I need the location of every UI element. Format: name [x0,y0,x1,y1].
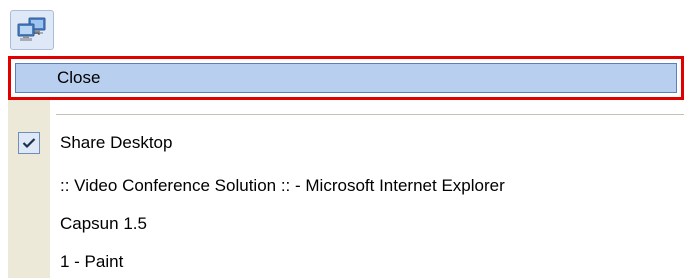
menu-item-label: Capsun 1.5 [60,213,147,233]
menu-item-share-desktop[interactable]: Share Desktop [8,126,684,159]
context-menu: Close Share Desktop :: Video Conference … [8,56,684,278]
checkmark-icon [22,137,36,149]
menu-item-label: Close [57,68,101,87]
menu-item-video-conference[interactable]: :: Video Conference Solution :: - Micros… [8,169,684,202]
menu-item-label: 1 - Paint [60,251,124,271]
app-root: Close Share Desktop :: Video Conference … [0,0,686,278]
menu-item-capsun[interactable]: Capsun 1.5 [8,207,684,240]
highlight-bar [15,63,677,93]
menu-item-label: Share Desktop [60,132,173,152]
network-computers-button[interactable] [10,10,54,50]
checkbox-share-desktop[interactable] [18,131,40,154]
menu-item-paint[interactable]: 1 - Paint [8,245,684,278]
menu-item-close[interactable]: Close [8,56,684,100]
menu-separator [56,114,684,115]
menu-item-label: :: Video Conference Solution :: - Micros… [60,175,505,195]
network-computers-icon [15,16,49,44]
